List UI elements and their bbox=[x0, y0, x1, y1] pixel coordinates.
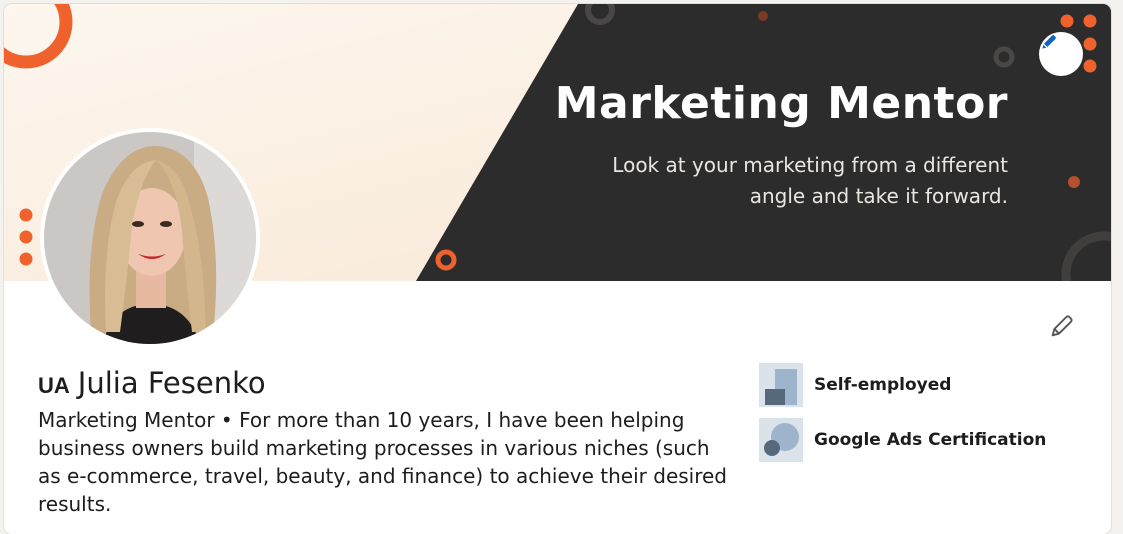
profile-card: Marketing Mentor Look at your marketing … bbox=[4, 4, 1111, 534]
education-logo-icon bbox=[759, 418, 803, 462]
profile-photo-image bbox=[44, 132, 256, 344]
company-logo-icon bbox=[759, 363, 803, 407]
experience-label: Self-employed bbox=[814, 375, 952, 395]
edit-intro-button[interactable] bbox=[1044, 308, 1080, 344]
banner-subtitle-line: Look at your marketing from a different bbox=[612, 153, 1008, 177]
edit-banner-button[interactable] bbox=[1039, 32, 1083, 76]
pencil-icon bbox=[1042, 35, 1056, 49]
name-row: UA Julia Fesenko bbox=[38, 366, 266, 400]
banner-title: Marketing Mentor bbox=[554, 78, 1008, 129]
profile-name: Julia Fesenko bbox=[77, 366, 266, 400]
education-item-google-ads[interactable]: Google Ads Certification bbox=[759, 418, 1046, 462]
country-flag: UA bbox=[38, 373, 70, 398]
profile-photo[interactable] bbox=[40, 128, 260, 348]
experience-item-self-employed[interactable]: Self-employed bbox=[759, 363, 951, 407]
profile-headline: Marketing Mentor • For more than 10 year… bbox=[38, 408, 728, 516]
banner-subtitle: Look at your marketing from a different … bbox=[548, 150, 1008, 212]
pencil-icon bbox=[1051, 315, 1073, 337]
banner-subtitle-line: angle and take it forward. bbox=[749, 184, 1008, 208]
education-label: Google Ads Certification bbox=[814, 430, 1047, 450]
